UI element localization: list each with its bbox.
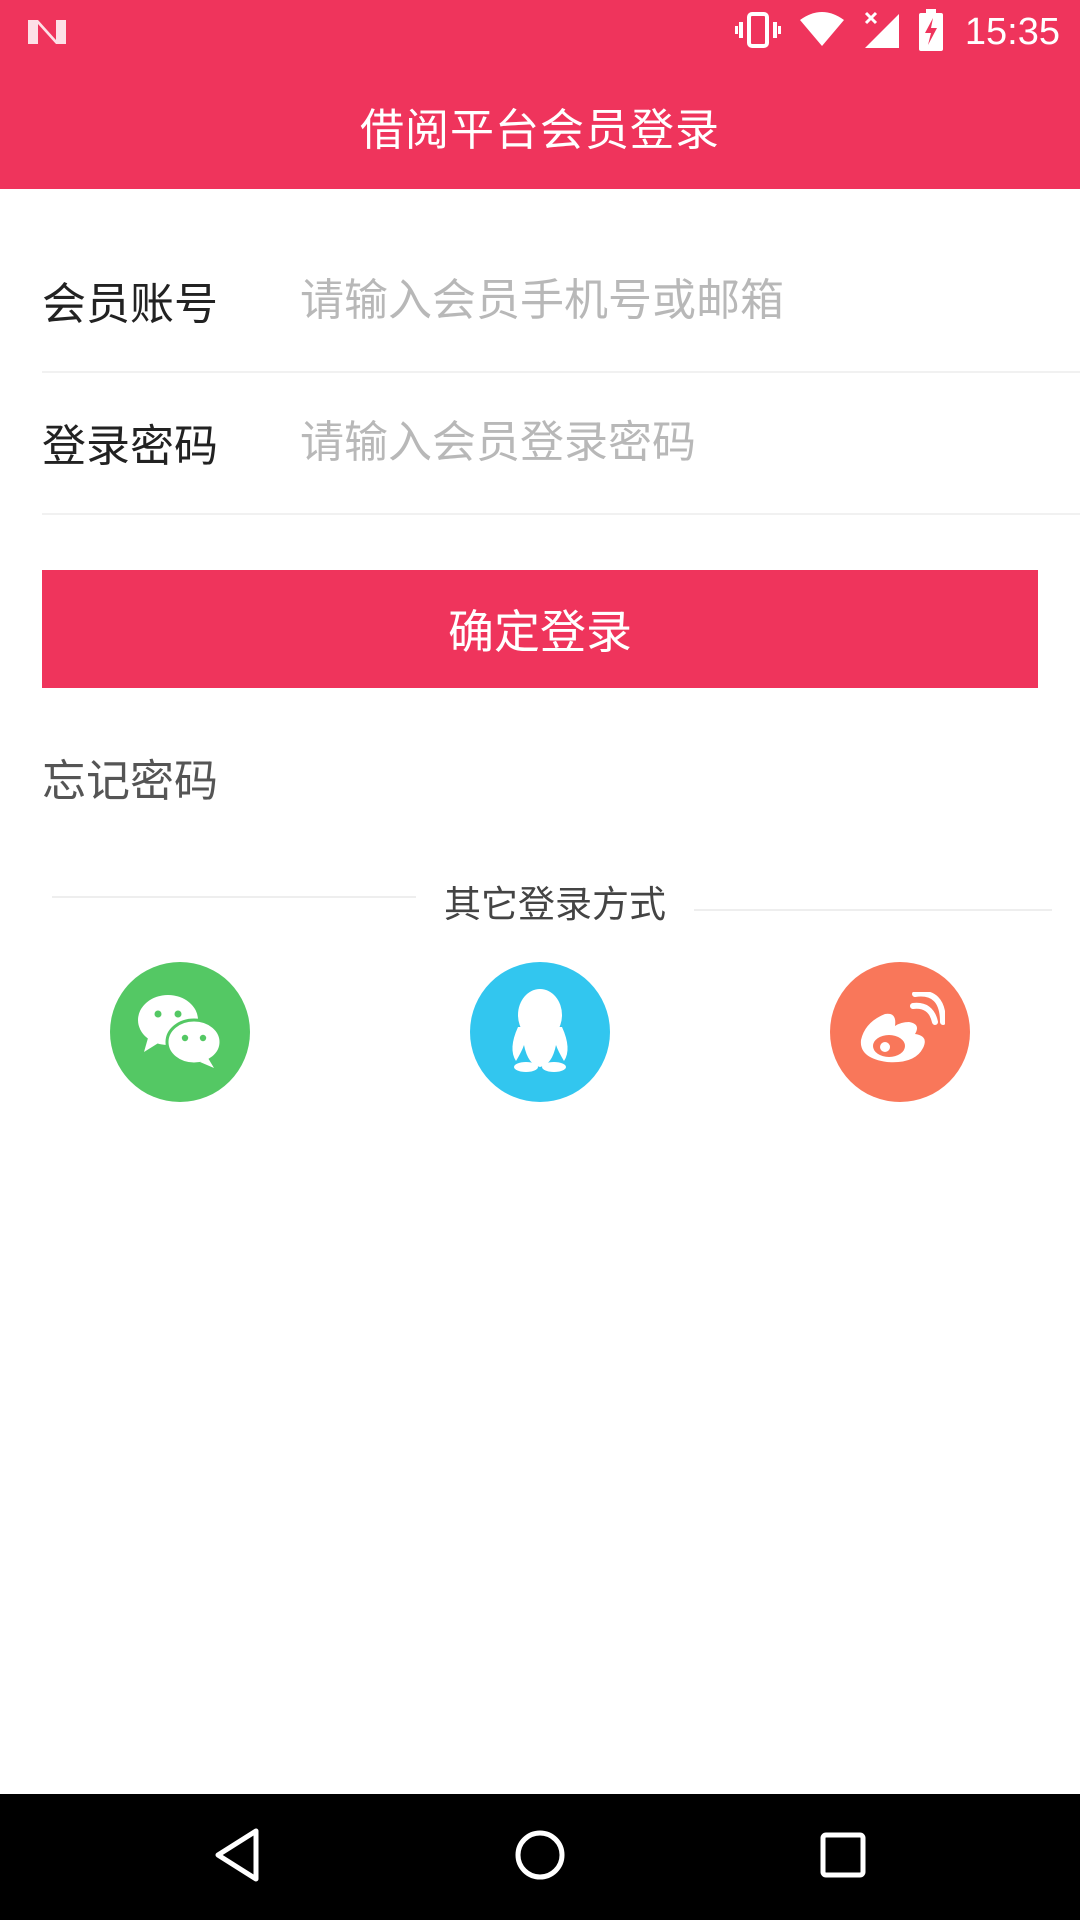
status-bar: 15:35	[0, 0, 1080, 63]
home-icon	[512, 1827, 568, 1887]
vibrate-icon	[734, 10, 781, 54]
nav-recents-button[interactable]	[808, 1822, 878, 1892]
divider-right	[694, 909, 1052, 911]
back-icon	[212, 1827, 262, 1887]
qq-login-button[interactable]	[470, 962, 610, 1102]
nav-back-button[interactable]	[202, 1822, 272, 1892]
nav-home-button[interactable]	[505, 1822, 575, 1892]
password-input[interactable]	[300, 412, 1080, 472]
other-login-label: 其它登录方式	[444, 883, 666, 926]
password-label: 登录密码	[42, 421, 218, 472]
wechat-icon	[134, 990, 226, 1074]
wifi-icon	[799, 12, 845, 52]
battery-charging-icon	[918, 9, 943, 55]
recents-icon	[818, 1830, 868, 1884]
status-icons: 15:35	[734, 8, 1060, 56]
weibo-icon	[855, 990, 946, 1072]
account-input[interactable]	[300, 270, 1080, 330]
login-button[interactable]: 确定登录	[42, 570, 1038, 688]
password-row: 登录密码	[42, 371, 1080, 515]
wechat-login-button[interactable]	[110, 962, 250, 1102]
cell-signal-icon	[863, 10, 901, 54]
account-row: 会员账号	[42, 229, 1080, 373]
divider-left	[52, 896, 416, 898]
page-title: 借阅平台会员登录	[360, 105, 720, 156]
qq-penguin-icon	[508, 987, 572, 1077]
notification-n-icon	[26, 14, 68, 48]
app-bar: 借阅平台会员登录	[0, 63, 1080, 189]
navigation-bar	[0, 1794, 1080, 1920]
forgot-password-link[interactable]: 忘记密码	[42, 745, 218, 809]
weibo-login-button[interactable]	[830, 962, 970, 1102]
status-time: 15:35	[964, 10, 1060, 53]
account-label: 会员账号	[42, 279, 218, 330]
